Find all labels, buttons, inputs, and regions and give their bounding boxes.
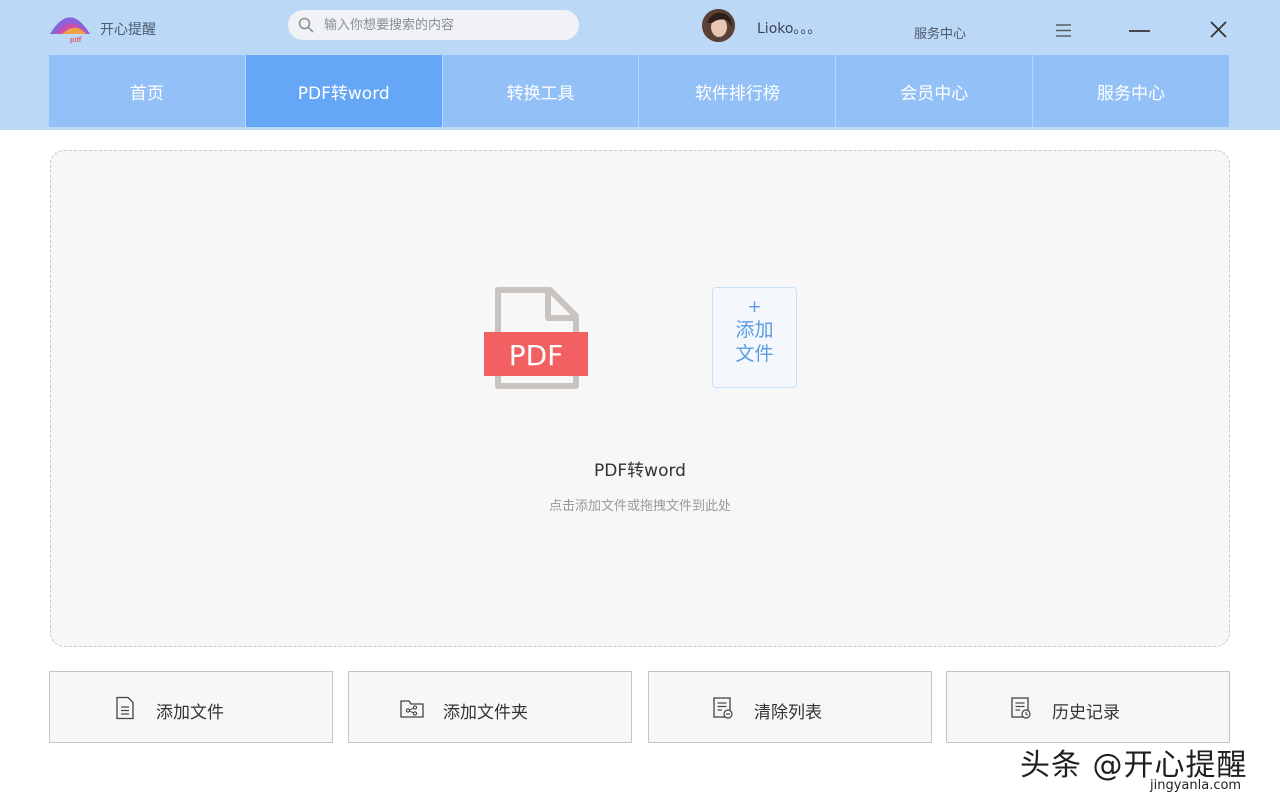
title-bar: pdf 开心提醒 Lioko。。。 服务中心 首页 PDF转word 转换工具 … xyxy=(0,0,1280,130)
search-box[interactable] xyxy=(288,10,579,40)
action-bar: 添加文件 添加文件夹 清除列表 历史记录 xyxy=(0,671,1280,743)
nav-item-pdf-to-word[interactable]: PDF转word xyxy=(245,55,443,127)
history-button[interactable]: 历史记录 xyxy=(946,671,1230,743)
dropzone-hint: 点击添加文件或拖拽文件到此处 xyxy=(548,499,731,514)
add-folder-button-label: 添加文件夹 xyxy=(443,703,528,723)
add-file-tile[interactable]: + 添加文件 xyxy=(712,287,797,388)
nav-item-convert-tools[interactable]: 转换工具 xyxy=(442,55,640,127)
watermark-url: jingyanla.com xyxy=(1150,778,1242,793)
add-folder-button[interactable]: 添加文件夹 xyxy=(348,671,632,743)
pdf-file-icon: PDF xyxy=(484,287,588,389)
add-file-button-label: 添加文件 xyxy=(156,703,224,723)
close-icon[interactable] xyxy=(1205,16,1233,44)
avatar[interactable] xyxy=(702,9,735,42)
add-file-tile-label: 添加文件 xyxy=(735,319,774,365)
nav-item-home[interactable]: 首页 xyxy=(49,55,246,127)
menu-icon[interactable] xyxy=(1050,16,1078,44)
main-nav: 首页 PDF转word 转换工具 软件排行榜 会员中心 服务中心 xyxy=(49,55,1229,127)
dropzone-title: PDF转word xyxy=(594,461,686,481)
username[interactable]: Lioko。。。 xyxy=(757,18,821,38)
service-center-link[interactable]: 服务中心 xyxy=(914,23,966,42)
minimize-icon[interactable] xyxy=(1126,16,1154,44)
clear-list-button[interactable]: 清除列表 xyxy=(648,671,932,743)
document-icon xyxy=(116,696,134,720)
app-logo-icon: pdf xyxy=(50,17,90,44)
svg-text:pdf: pdf xyxy=(70,36,82,44)
nav-item-member-center[interactable]: 会员中心 xyxy=(836,55,1034,127)
folder-share-icon xyxy=(400,700,424,718)
file-drop-zone[interactable] xyxy=(50,150,1230,647)
app-name: 开心提醒 xyxy=(100,22,156,38)
avatar-image xyxy=(702,9,735,42)
nav-item-service-center[interactable]: 服务中心 xyxy=(1033,55,1229,127)
history-icon xyxy=(1011,697,1031,719)
search-icon xyxy=(298,17,314,33)
clear-list-icon xyxy=(713,697,733,719)
clear-list-button-label: 清除列表 xyxy=(754,703,822,723)
add-file-button[interactable]: 添加文件 xyxy=(49,671,333,743)
history-button-label: 历史记录 xyxy=(1052,703,1120,723)
search-input[interactable] xyxy=(324,14,564,36)
pdf-badge-text: PDF xyxy=(509,339,564,372)
nav-item-software-ranking[interactable]: 软件排行榜 xyxy=(639,55,837,127)
plus-icon: + xyxy=(747,297,762,317)
